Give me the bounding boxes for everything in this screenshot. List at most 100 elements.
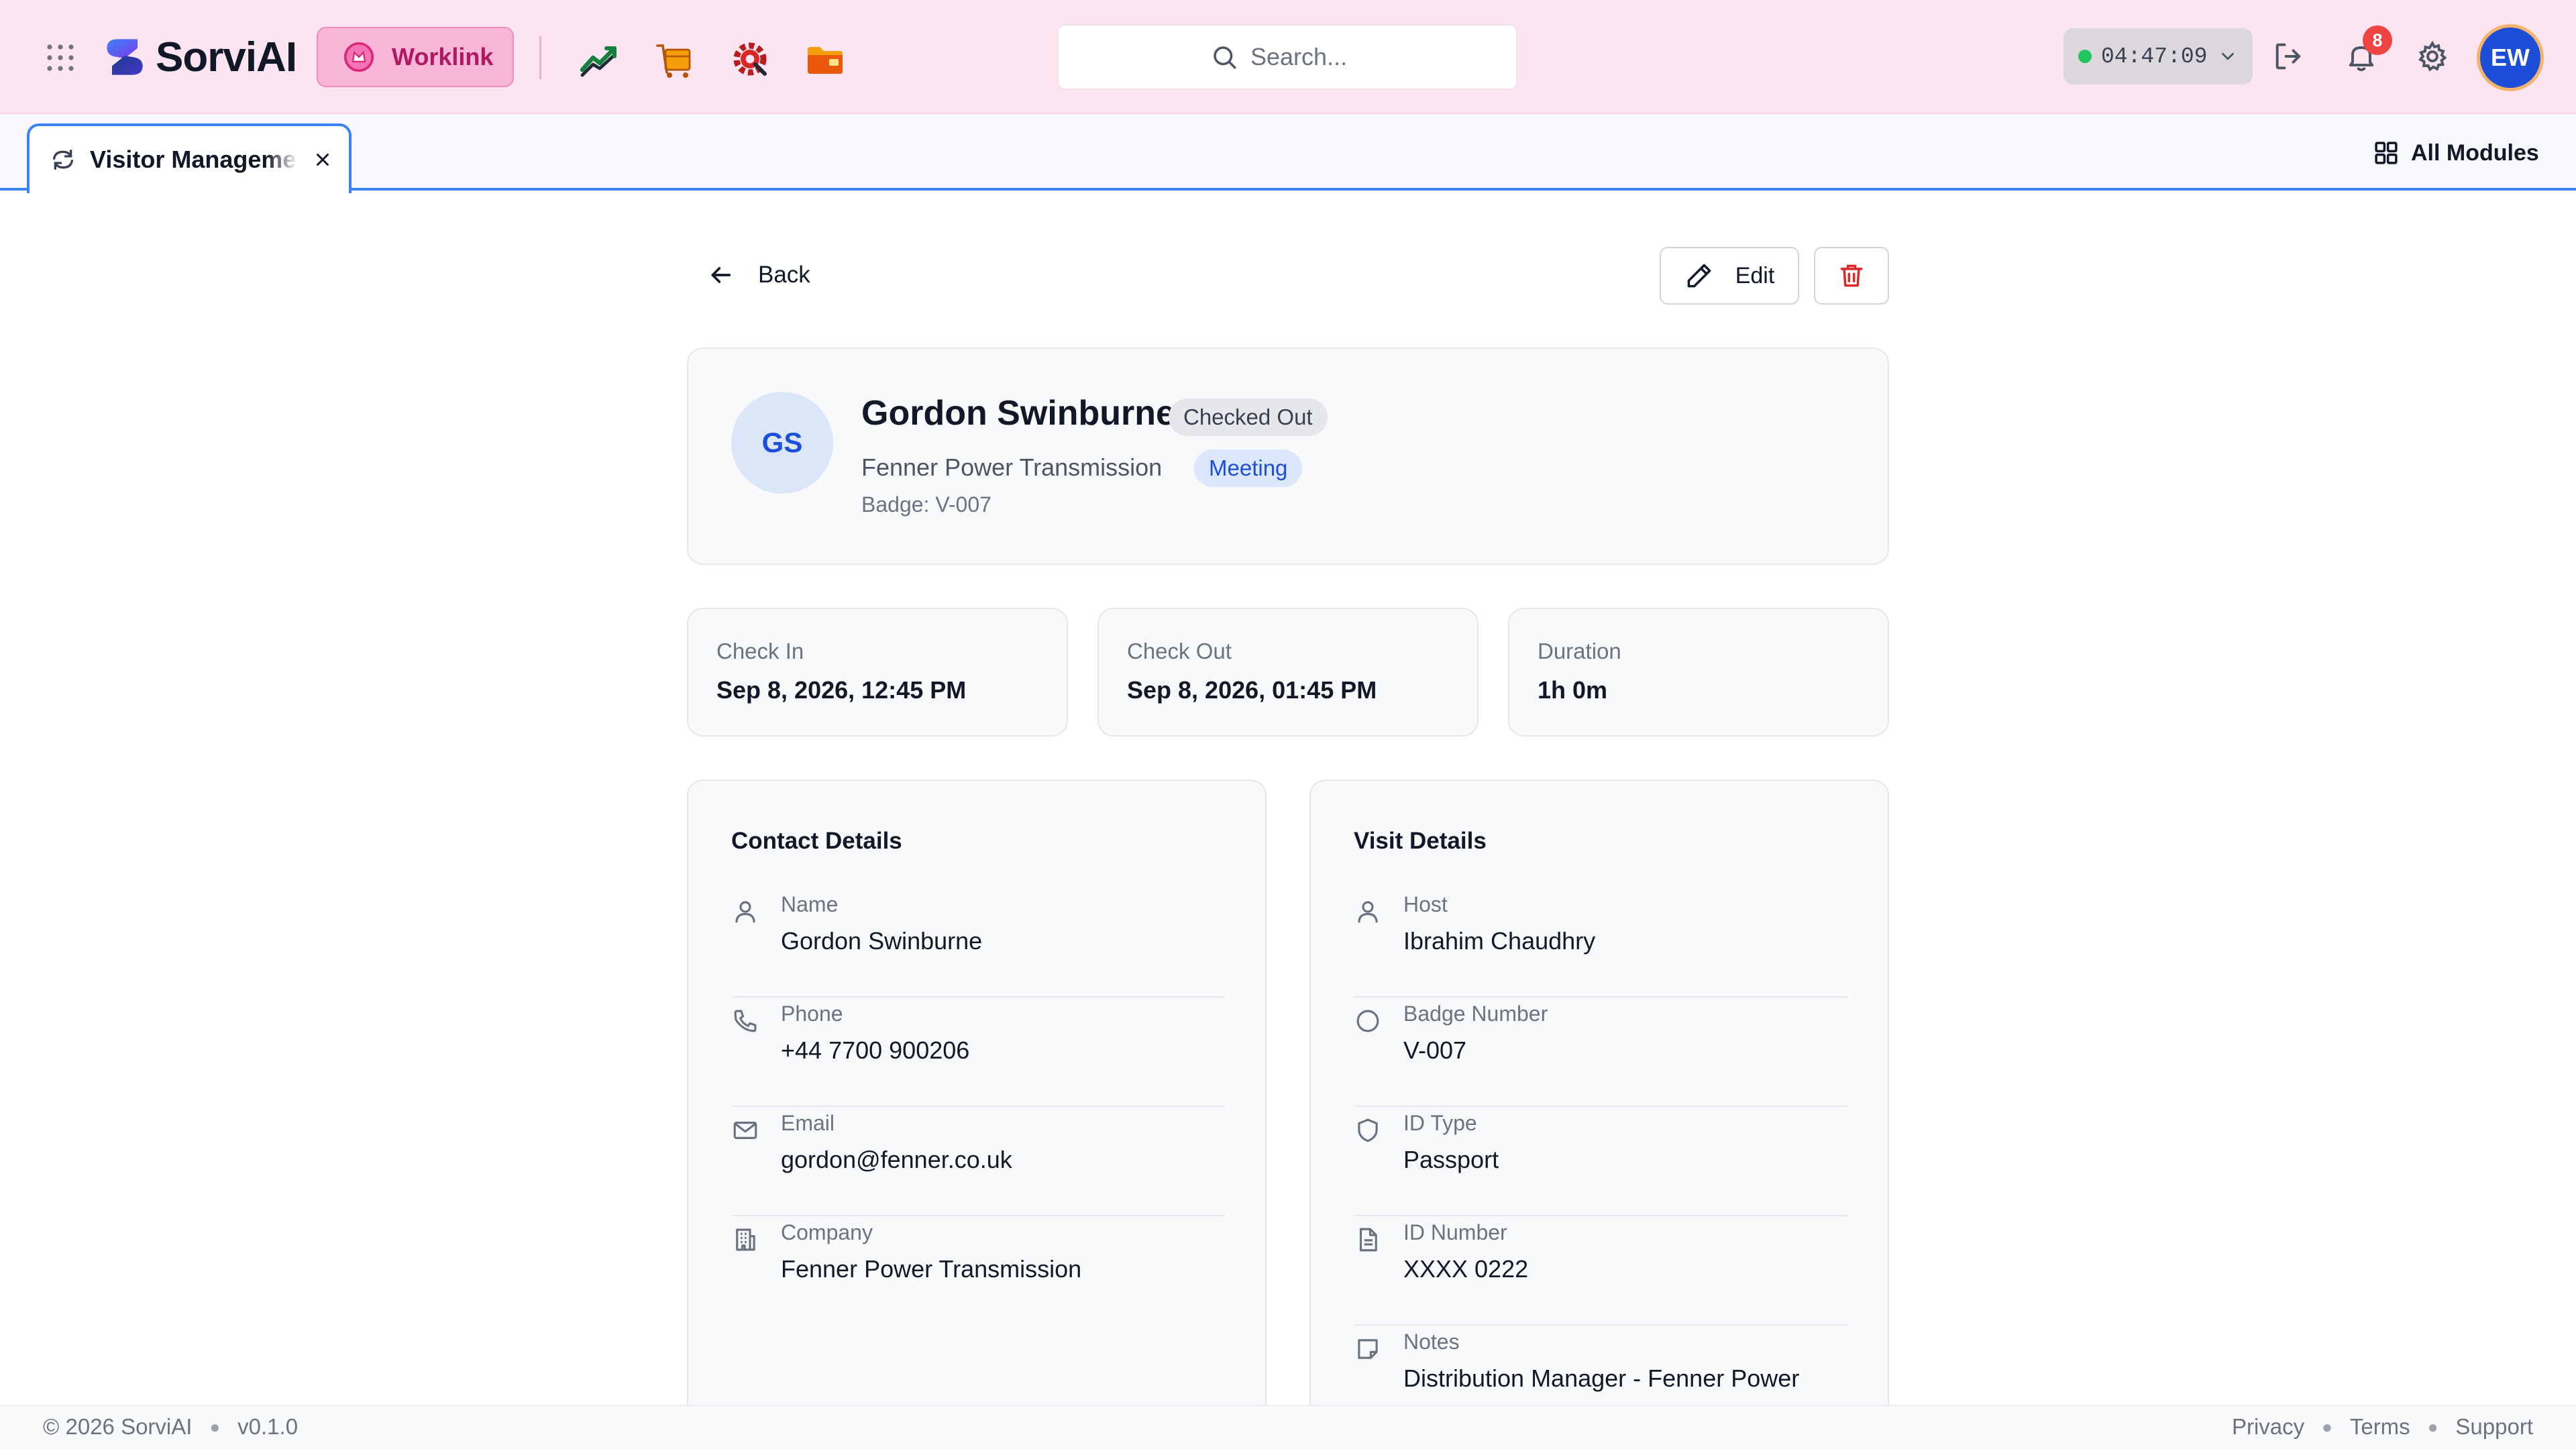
brand-name: SorviAI [156, 34, 297, 80]
edit-button[interactable]: Edit [1660, 247, 1799, 305]
search-box[interactable] [1057, 24, 1517, 90]
check-out-card: Check Out Sep 8, 2026, 01:45 PM [1097, 608, 1479, 737]
refresh-sync-icon [50, 146, 76, 173]
detail-value: V-007 [1403, 1036, 1467, 1064]
module-tab-bar: Visitor Management All Modules [0, 114, 2576, 193]
stat-value: 1h 0m [1538, 676, 1608, 704]
delivery-box-icon[interactable] [653, 38, 696, 80]
detail-value: Distribution Manager - Fenner Power [1403, 1364, 1800, 1392]
contact-details-list: Name Gordon Swinburne Phone +44 7700 900… [731, 888, 1225, 1326]
purpose-badge: Meeting [1194, 449, 1303, 487]
detail-value: Fenner Power Transmission [781, 1255, 1082, 1283]
visit-details-list: Host Ibrahim Chaudhry Badge Number V-007… [1354, 888, 1847, 1435]
notification-count-badge: 8 [2363, 25, 2392, 55]
stat-value: Sep 8, 2026, 12:45 PM [716, 676, 967, 704]
detail-label: ID Type [1403, 1111, 1477, 1135]
worklink-label: Worklink [392, 43, 494, 70]
modules-grid-icon [2372, 139, 2400, 167]
detail-label: Phone [781, 1002, 843, 1026]
detail-row-id-type: ID Type Passport [1354, 1107, 1847, 1216]
detail-value: Gordon Swinburne [781, 927, 983, 955]
delete-button[interactable] [1814, 247, 1889, 305]
circle-icon [1354, 1007, 1382, 1035]
terms-link[interactable]: Terms [2350, 1414, 2410, 1440]
settings-gear-icon[interactable] [2415, 39, 2450, 74]
detail-label: Badge Number [1403, 1002, 1548, 1026]
note-icon [1354, 1335, 1382, 1363]
back-button[interactable]: Back [707, 254, 810, 297]
folder-icon[interactable] [804, 38, 847, 80]
detail-row-id-number: ID Number XXXX 0222 [1354, 1216, 1847, 1326]
shield-icon [1354, 1116, 1382, 1144]
document-icon [1354, 1226, 1382, 1254]
detail-label: Name [781, 892, 839, 916]
detail-label: Email [781, 1111, 835, 1135]
worklink-button[interactable]: Worklink [317, 27, 514, 87]
analytics-chart-icon[interactable] [578, 38, 621, 80]
user-avatar[interactable]: EW [2477, 24, 2544, 91]
visitor-company: Fenner Power Transmission [861, 453, 1163, 481]
detail-value: Passport [1403, 1146, 1499, 1173]
check-in-card: Check In Sep 8, 2026, 12:45 PM [687, 608, 1068, 737]
visitor-name: Gordon Swinburne [861, 394, 1175, 433]
chevron-down-icon [2218, 46, 2238, 66]
detail-row-email: Email gordon@fenner.co.uk [731, 1107, 1225, 1216]
online-status-dot [2078, 50, 2092, 63]
trash-icon [1837, 261, 1866, 290]
footer-separator: ● [2322, 1416, 2332, 1437]
stat-label: Check Out [1127, 639, 1232, 663]
logout-icon[interactable] [2271, 39, 2306, 74]
brand-logo[interactable]: SorviAI [99, 28, 297, 86]
visitor-badge-line: Badge: V-007 [861, 492, 991, 517]
detail-row-company: Company Fenner Power Transmission [731, 1216, 1225, 1326]
detail-row-name: Name Gordon Swinburne [731, 888, 1225, 998]
detail-label: ID Number [1403, 1220, 1507, 1244]
visit-details-card: Visit Details Host Ibrahim Chaudhry Badg… [1309, 780, 1889, 1449]
detail-label: Company [781, 1220, 873, 1244]
footer-separator: ● [209, 1416, 221, 1437]
close-tab-icon[interactable] [313, 150, 333, 170]
top-header: SorviAI Worklink Search... 04:47:09 8 EW [0, 0, 2576, 114]
footer-info: © 2026 SorviAI ● v0.1.0 [43, 1414, 298, 1440]
support-link[interactable]: Support [2455, 1414, 2533, 1440]
detail-row-phone: Phone +44 7700 900206 [731, 998, 1225, 1107]
search-input[interactable] [1250, 43, 1364, 71]
status-badge: Checked Out [1169, 398, 1328, 436]
tab-label: Visitor Management [90, 146, 298, 173]
apps-grid-icon[interactable] [44, 42, 76, 74]
session-timer[interactable]: 04:47:09 [2063, 28, 2253, 85]
detail-row-host: Host Ibrahim Chaudhry [1354, 888, 1847, 998]
building-icon [731, 1226, 759, 1254]
contact-details-card: Contact Details Name Gordon Swinburne Ph… [687, 780, 1267, 1449]
all-modules-button[interactable]: All Modules [2372, 134, 2539, 172]
contact-details-title: Contact Details [731, 828, 902, 854]
duration-card: Duration 1h 0m [1508, 608, 1889, 737]
worklink-icon [341, 39, 377, 75]
visitor-profile-card: GS Gordon Swinburne Checked Out Fenner P… [687, 347, 1889, 565]
mail-icon [731, 1116, 759, 1144]
visitor-avatar: GS [731, 392, 833, 494]
copyright-text: © 2026 SorviAI [43, 1414, 193, 1439]
arrow-left-icon [707, 262, 734, 288]
tab-visitor-management[interactable]: Visitor Management [27, 123, 352, 193]
header-divider [539, 36, 541, 79]
detail-row-badge-number: Badge Number V-007 [1354, 998, 1847, 1107]
detail-value: XXXX 0222 [1403, 1255, 1529, 1283]
detail-value: Ibrahim Chaudhry [1403, 927, 1596, 955]
brand-logo-icon [99, 32, 150, 83]
phone-icon [731, 1007, 759, 1035]
settings-gear-tools-icon[interactable] [729, 38, 771, 80]
user-icon [1354, 898, 1382, 926]
detail-label: Host [1403, 892, 1448, 916]
detail-value: +44 7700 900206 [781, 1036, 970, 1064]
search-icon [1210, 43, 1238, 71]
privacy-link[interactable]: Privacy [2232, 1414, 2304, 1440]
detail-label: Notes [1403, 1330, 1460, 1354]
stat-label: Check In [716, 639, 804, 663]
back-label: Back [758, 262, 810, 288]
footer-separator: ● [2427, 1416, 2438, 1437]
timer-value: 04:47:09 [2101, 44, 2208, 69]
footer-links: Privacy ● Terms ● Support [2232, 1414, 2533, 1440]
edit-label: Edit [1735, 262, 1775, 288]
stat-label: Duration [1538, 639, 1621, 663]
